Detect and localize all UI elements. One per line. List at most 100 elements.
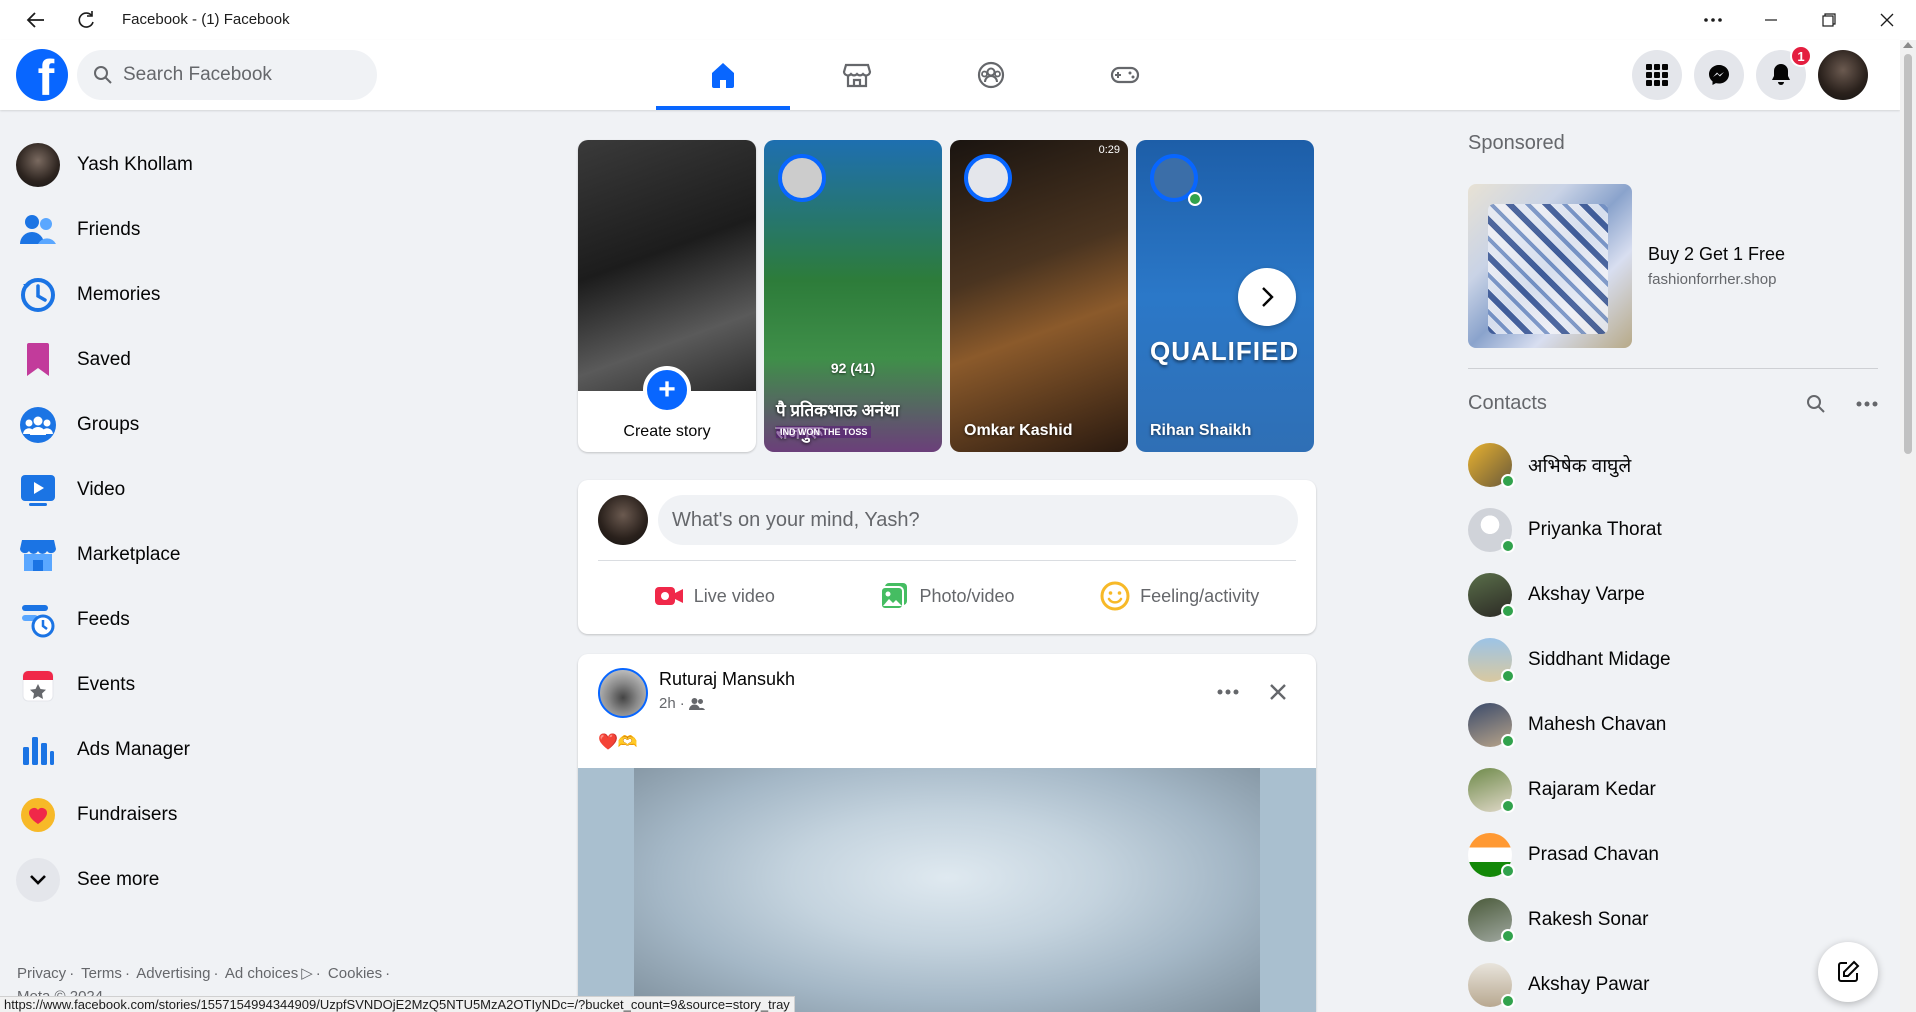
post-time[interactable]: 2h (659, 695, 676, 712)
post-author-name[interactable]: Ruturaj Mansukh (659, 669, 795, 690)
story-card[interactable]: 0:29 Omkar Kashid (950, 140, 1128, 452)
scroll-up-arrow-icon[interactable] (1903, 42, 1913, 48)
profile-avatar (16, 142, 60, 187)
more-options-button[interactable] (1684, 0, 1742, 40)
facebook-logo[interactable]: f (16, 49, 68, 101)
search-input[interactable] (123, 64, 363, 86)
sidebar-item-see-more[interactable]: See more (8, 847, 348, 912)
terms-link[interactable]: Terms (81, 965, 122, 982)
story-duration: 0:29 (1098, 144, 1120, 156)
restore-button[interactable] (1800, 0, 1858, 40)
groups-icon (20, 406, 56, 443)
contact-item[interactable]: Rajaram Kedar (1468, 757, 1671, 822)
sidebar-item-label: Events (77, 673, 136, 695)
search-box[interactable] (77, 50, 377, 100)
home-icon (712, 63, 734, 88)
sidebar-item-feeds[interactable]: Feeds (8, 587, 348, 652)
story-avatar (964, 154, 1012, 202)
sidebar-item-video[interactable]: Video (8, 457, 348, 522)
scrollbar-thumb[interactable] (1904, 54, 1912, 454)
contact-avatar (1468, 507, 1515, 553)
contact-item[interactable]: Akshay Varpe (1468, 562, 1671, 627)
notifications-button[interactable]: 1 (1756, 45, 1812, 100)
story-author-name: Rihan Shaikh (1150, 422, 1252, 439)
contact-avatar (1468, 572, 1515, 618)
status-bar-url: https://www.facebook.com/stories/1557154… (0, 996, 795, 1012)
tab-marketplace[interactable] (790, 40, 924, 110)
post-options-button[interactable] (1210, 674, 1246, 710)
account-avatar[interactable] (1818, 50, 1868, 100)
contact-item[interactable]: Priyanka Thorat (1468, 497, 1671, 562)
post-media[interactable] (578, 768, 1316, 1012)
story-avatar (778, 154, 826, 202)
contact-item[interactable]: Prasad Chavan (1468, 822, 1671, 887)
tab-gaming[interactable] (1058, 40, 1192, 110)
live-video-button[interactable]: Live video (598, 566, 831, 626)
right-divider (1468, 368, 1878, 369)
sidebar-item-events[interactable]: Events (8, 652, 348, 717)
sidebar-item-friends[interactable]: Friends (8, 197, 348, 262)
sidebar-item-marketplace[interactable]: Marketplace (8, 522, 348, 587)
right-sidebar: Sponsored Buy 2 Get 1 Free fashionforrhe… (1468, 132, 1878, 1008)
tab-home[interactable] (656, 40, 790, 110)
ad-image (1468, 184, 1632, 348)
hide-post-button[interactable] (1260, 674, 1296, 710)
sidebar-item-ads-manager[interactable]: Ads Manager (8, 717, 348, 782)
sidebar-item-label: See more (77, 868, 160, 890)
contact-avatar (1468, 897, 1515, 943)
composer-avatar[interactable] (598, 495, 648, 545)
minimize-button[interactable] (1742, 0, 1800, 40)
contacts-options-button[interactable] (1856, 394, 1878, 419)
contacts-search-button[interactable] (1806, 394, 1826, 419)
contact-item[interactable]: अभिषेक वाघुले (1468, 432, 1671, 497)
contact-item[interactable]: Mahesh Chavan (1468, 692, 1671, 757)
saved-icon (27, 342, 49, 376)
menu-button[interactable] (1632, 50, 1682, 100)
post-text: ❤️🫶 (598, 734, 638, 751)
add-icon[interactable]: + (643, 366, 691, 414)
online-status-dot (1501, 863, 1515, 878)
sidebar-item-profile[interactable]: Yash Khollam (8, 132, 348, 197)
composer-divider (598, 560, 1296, 561)
sidebar-item-fundraisers[interactable]: Fundraisers (8, 782, 348, 847)
back-button[interactable] (16, 0, 56, 40)
messenger-button[interactable] (1694, 50, 1744, 100)
composer-input[interactable]: What's on your mind, Yash? (658, 495, 1298, 545)
messenger-icon (1709, 65, 1729, 85)
sidebar-item-memories[interactable]: Memories (8, 262, 348, 327)
search-icon (94, 66, 112, 84)
feeling-activity-button[interactable]: Feeling/activity (1063, 566, 1296, 626)
sidebar-item-groups[interactable]: Groups (8, 392, 348, 457)
sponsored-ad[interactable]: Buy 2 Get 1 Free fashionforrher.shop (1468, 184, 1785, 348)
left-sidebar: Yash Khollam Friends Memories Saved Grou… (8, 132, 348, 912)
advertising-link[interactable]: Advertising (136, 965, 210, 982)
contact-item[interactable]: Siddhant Midage (1468, 627, 1671, 692)
post-image (634, 768, 1260, 1012)
stories-next-button[interactable] (1238, 268, 1296, 326)
tab-groups[interactable] (924, 40, 1058, 110)
page-scrollbar[interactable] (1900, 40, 1916, 1012)
events-icon (22, 670, 54, 701)
story-overlay-text: QUALIFIED (1150, 336, 1300, 366)
contact-name: Akshay Pawar (1528, 973, 1650, 995)
reload-button[interactable] (66, 0, 106, 40)
post-author-avatar[interactable] (598, 668, 648, 718)
story-card[interactable]: 92 (41) पै प्रतिकभाऊ अनंथा राजगुरू IND W… (764, 140, 942, 452)
friends-icon (20, 214, 56, 244)
sidebar-item-saved[interactable]: Saved (8, 327, 348, 392)
photo-video-button[interactable]: Photo/video (831, 566, 1064, 626)
contact-item[interactable]: Akshay Pawar (1468, 952, 1671, 1012)
contact-item[interactable]: Rakesh Sonar (1468, 887, 1671, 952)
close-window-button[interactable] (1858, 0, 1916, 40)
new-message-button[interactable] (1818, 942, 1878, 1002)
sponsored-heading: Sponsored (1468, 132, 1565, 154)
friends-audience-icon[interactable] (688, 697, 705, 711)
ad-choices-link[interactable]: Ad choices (225, 965, 298, 982)
sidebar-item-label: Ads Manager (77, 738, 191, 760)
cookies-link[interactable]: Cookies (328, 965, 382, 982)
footer-links: Privacy · Terms · Advertising · Ad choices ▷… (17, 965, 391, 982)
gaming-icon (1110, 66, 1140, 84)
create-story-card[interactable]: + Create story (578, 140, 756, 452)
privacy-link[interactable]: Privacy (17, 965, 66, 982)
contact-name: Siddhant Midage (1528, 648, 1671, 670)
